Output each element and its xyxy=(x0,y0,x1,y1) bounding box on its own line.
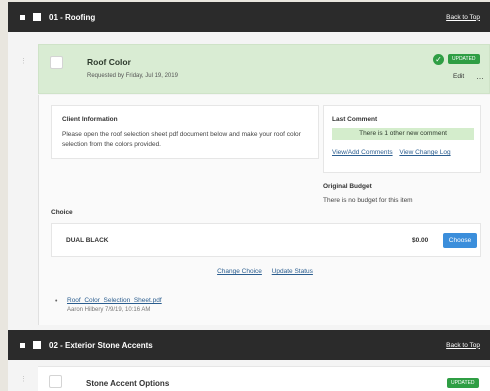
selections-page: 01 - Roofing Back to Top ⋮ Roof Color Re… xyxy=(8,2,490,391)
back-to-top-link[interactable]: Back to Top xyxy=(446,342,480,349)
view-change-log-link[interactable]: View Change Log xyxy=(399,149,450,156)
update-status-link[interactable]: Update Status xyxy=(272,268,313,275)
client-info-label: Client Information xyxy=(62,116,118,123)
status-badge: UPDATED xyxy=(447,378,479,388)
attachment-link[interactable]: Roof_Color_Selection_Sheet.pdf xyxy=(67,297,162,304)
drag-handle-icon[interactable]: ⋮ xyxy=(20,375,27,383)
original-budget-text: There is no budget for this item xyxy=(323,197,413,204)
item-actions: Change Choice Update Status xyxy=(39,268,490,275)
item-title: Roof Color xyxy=(87,57,131,67)
item-header[interactable]: Roof Color Requested by Friday, Jul 19, … xyxy=(38,44,490,94)
section-title: 02 - Exterior Stone Accents xyxy=(49,340,153,350)
view-add-comments-link[interactable]: View/Add Comments xyxy=(332,149,393,156)
expand-toggle-icon[interactable] xyxy=(20,342,25,348)
choice-row: DUAL BLACK $0.00 Choose xyxy=(51,223,481,257)
choice-price: $0.00 xyxy=(412,237,429,244)
requested-by-date: Requested by Friday, Jul 19, 2019 xyxy=(87,73,178,79)
checkmark-icon: ✓ xyxy=(433,54,444,65)
section-title: 01 - Roofing xyxy=(49,12,96,22)
item-details: Client Information Please open the roof … xyxy=(38,95,490,325)
last-comment-label: Last Comment xyxy=(332,116,378,123)
more-options-icon[interactable]: … xyxy=(476,72,484,81)
item-title: Stone Accent Options xyxy=(86,379,170,388)
back-to-top-link[interactable]: Back to Top xyxy=(446,14,480,21)
original-budget-label: Original Budget xyxy=(323,183,372,190)
section-checkbox[interactable] xyxy=(33,13,41,21)
expand-toggle-icon[interactable] xyxy=(20,14,25,20)
attachment-meta: Aaron Hilbery 7/9/19, 10:16 AM xyxy=(67,307,151,313)
comment-links: View/Add Comments View Change Log xyxy=(332,149,456,156)
section-header-stone-accents[interactable]: 02 - Exterior Stone Accents Back to Top xyxy=(8,330,490,360)
choice-label: Choice xyxy=(51,209,73,216)
drag-handle-icon[interactable]: ⋮ xyxy=(20,57,27,65)
attachment-bullet: • xyxy=(55,298,58,305)
item-checkbox[interactable] xyxy=(50,56,63,69)
change-choice-link[interactable]: Change Choice xyxy=(217,268,262,275)
client-information-card: Client Information Please open the roof … xyxy=(51,105,319,159)
choice-name: DUAL BLACK xyxy=(66,237,109,244)
status-badge: UPDATED xyxy=(448,54,480,64)
client-info-text: Please open the roof selection sheet pdf… xyxy=(62,131,301,148)
section-header-roofing[interactable]: 01 - Roofing Back to Top xyxy=(8,2,490,32)
choose-button[interactable]: Choose xyxy=(443,233,477,248)
section-checkbox[interactable] xyxy=(33,341,41,349)
new-comment-notice[interactable]: There is 1 other new comment xyxy=(332,128,474,140)
last-comment-card: Last Comment There is 1 other new commen… xyxy=(323,105,481,173)
item-checkbox[interactable] xyxy=(49,375,62,388)
edit-link[interactable]: Edit xyxy=(453,73,464,80)
item-header-stone-accent[interactable]: Stone Accent Options UPDATED xyxy=(38,366,490,391)
